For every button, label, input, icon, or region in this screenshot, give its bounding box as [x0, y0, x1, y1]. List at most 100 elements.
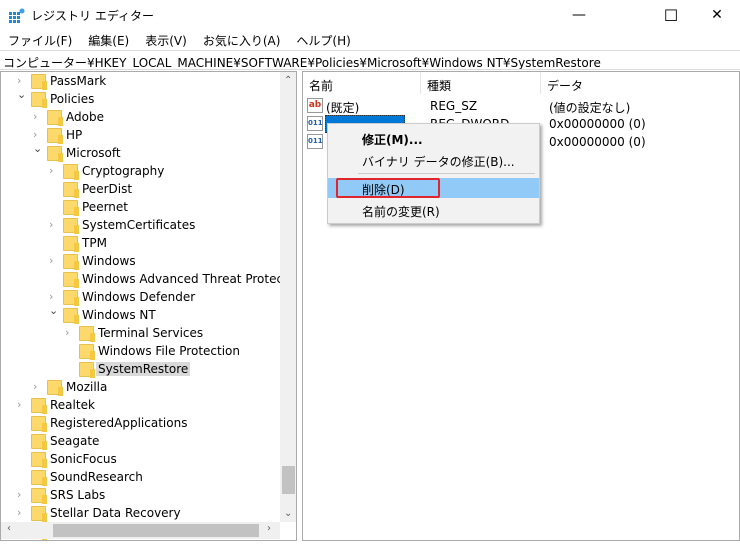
chevron-right-icon[interactable]: ›	[49, 254, 59, 267]
folder-icon	[47, 146, 63, 162]
value-data: (値の設定なし)	[549, 101, 631, 115]
maximize-button[interactable]: ☐	[648, 0, 694, 30]
chevron-right-icon[interactable]: ›	[33, 110, 43, 123]
menu-item-rename[interactable]: 名前の変更(R)	[328, 200, 539, 220]
folder-icon	[79, 344, 95, 360]
tree-item-label: Realtek	[50, 398, 95, 412]
folder-icon	[47, 128, 63, 144]
tree-item[interactable]: › Cryptography	[1, 163, 279, 181]
tree-item-label: SoundResearch	[50, 470, 143, 484]
tree-item-label: Cryptography	[82, 164, 165, 178]
folder-icon	[31, 470, 47, 486]
menu-favorites[interactable]: お気に入り(A)	[195, 30, 289, 50]
tree-item-label: Peernet	[82, 200, 128, 214]
chevron-right-icon[interactable]: ›	[17, 488, 27, 501]
tree-horizontal-scroll-thumb[interactable]	[53, 524, 259, 537]
tree-item-label: HP	[66, 128, 83, 142]
tree-item-label: Stellar Data Recovery	[50, 506, 181, 520]
folder-icon	[31, 416, 47, 432]
tree-item[interactable]: ⌄ Microsoft	[1, 142, 279, 163]
registry-editor-icon	[9, 8, 25, 23]
scroll-right-icon[interactable]: ›	[267, 523, 271, 534]
tree-item-label: Adobe	[66, 110, 104, 124]
tree-item[interactable]: › Windows Defender	[1, 289, 279, 307]
chevron-right-icon[interactable]: ›	[33, 380, 43, 393]
folder-icon	[31, 452, 47, 468]
folder-icon	[79, 362, 95, 378]
tree-item-label: RegisteredApplications	[50, 416, 188, 430]
tree-item[interactable]: › SRS Labs	[1, 487, 279, 505]
minimize-button[interactable]: —	[556, 0, 602, 30]
tree-item[interactable]: ⌄ Windows NT	[1, 304, 279, 325]
tree-item-label: PassMark	[50, 74, 107, 88]
title-bar: レジストリ エディター — ☐ ✕	[0, 0, 740, 30]
value-row[interactable]: ab (既定) REG_SZ (値の設定なし)	[303, 97, 739, 115]
tree-item[interactable]: › PassMark	[1, 73, 279, 91]
folder-icon	[63, 308, 79, 324]
tree-item[interactable]: SonicFocus	[1, 451, 279, 469]
chevron-down-icon[interactable]: ⌄	[33, 142, 43, 155]
menu-item-modify-binary[interactable]: バイナリ データの修正(B)...	[328, 150, 539, 170]
chevron-down-icon[interactable]: ⌄	[49, 304, 59, 317]
folder-icon	[63, 290, 79, 306]
chevron-down-icon[interactable]: ⌄	[17, 88, 27, 101]
scroll-up-icon[interactable]: ⌃	[284, 75, 292, 86]
folder-icon	[63, 200, 79, 216]
scroll-down-icon[interactable]: ⌄	[284, 508, 292, 519]
key-tree: › PassMark ⌄ Policies › Adobe › HP ⌄ Microsoft › Cr…	[0, 71, 297, 541]
chevron-right-icon[interactable]: ›	[33, 128, 43, 141]
menu-help[interactable]: ヘルプ(H)	[288, 30, 358, 50]
column-header-name[interactable]: 名前	[303, 72, 421, 94]
context-menu: 修正(M)... バイナリ データの修正(B)... 削除(D) 名前の変更(R…	[327, 123, 540, 224]
tree-item[interactable]: ⌄ Policies	[1, 88, 279, 109]
tree-item-label: Seagate	[50, 434, 100, 448]
column-header-data[interactable]: データ	[541, 72, 739, 94]
tree-item-label: SystemRestore	[96, 362, 191, 376]
menu-view[interactable]: 表示(V)	[137, 30, 195, 50]
tree-item[interactable]: Seagate	[1, 433, 279, 451]
tree-item[interactable]: TPM	[1, 235, 279, 253]
tree-item[interactable]: RegisteredApplications	[1, 415, 279, 433]
tree-item[interactable]: › Windows	[1, 253, 279, 271]
tree-item[interactable]: PeerDist	[1, 181, 279, 199]
folder-icon	[31, 506, 47, 522]
tree-item[interactable]: Windows Advanced Threat Protection	[1, 271, 296, 289]
column-header-type[interactable]: 種類	[421, 72, 541, 94]
address-bar[interactable]: コンピューター¥HKEY_LOCAL_MACHINE¥SOFTWARE¥Poli…	[0, 50, 740, 70]
tree-item[interactable]: › Mozilla	[1, 379, 279, 397]
tree-vertical-scrollbar[interactable]: ⌃ ⌄	[280, 72, 296, 522]
tree-item[interactable]: SystemRestore	[1, 361, 279, 379]
tree-item[interactable]: Peernet	[1, 199, 279, 217]
chevron-right-icon[interactable]: ›	[49, 218, 59, 231]
folder-icon	[63, 254, 79, 270]
tree-horizontal-scrollbar[interactable]: ‹ ›	[1, 522, 280, 539]
scroll-left-icon[interactable]: ‹	[7, 523, 11, 534]
value-data: 0x00000000 (0)	[549, 135, 646, 149]
chevron-right-icon[interactable]: ›	[49, 164, 59, 177]
value-data: 0x00000000 (0)	[549, 117, 646, 131]
tree-vertical-scroll-thumb[interactable]	[282, 466, 295, 494]
menu-file[interactable]: ファイル(F)	[0, 30, 80, 50]
folder-icon	[31, 434, 47, 450]
chevron-right-icon[interactable]: ›	[65, 326, 75, 339]
folder-icon	[31, 74, 47, 90]
folder-icon	[63, 272, 79, 288]
dword-value-icon: 011	[307, 116, 323, 131]
folder-icon	[31, 488, 47, 504]
folder-icon	[63, 236, 79, 252]
chevron-right-icon[interactable]: ›	[17, 398, 27, 411]
chevron-right-icon[interactable]: ›	[49, 290, 59, 303]
menu-item-modify[interactable]: 修正(M)...	[328, 128, 539, 148]
tree-item-label: Mozilla	[66, 380, 108, 394]
tree-item[interactable]: › Realtek	[1, 397, 279, 415]
chevron-right-icon[interactable]: ›	[17, 74, 27, 87]
tree-item[interactable]: SoundResearch	[1, 469, 279, 487]
tree-item[interactable]: › Terminal Services	[1, 325, 279, 343]
tree-item[interactable]: › Adobe	[1, 109, 279, 127]
chevron-right-icon[interactable]: ›	[17, 506, 27, 519]
menu-edit[interactable]: 編集(E)	[80, 30, 137, 50]
tree-item[interactable]: › SystemCertificates	[1, 217, 279, 235]
tree-item[interactable]: › Stellar Data Recovery	[1, 505, 279, 523]
tree-item[interactable]: Windows File Protection	[1, 343, 279, 361]
close-button[interactable]: ✕	[694, 0, 740, 30]
